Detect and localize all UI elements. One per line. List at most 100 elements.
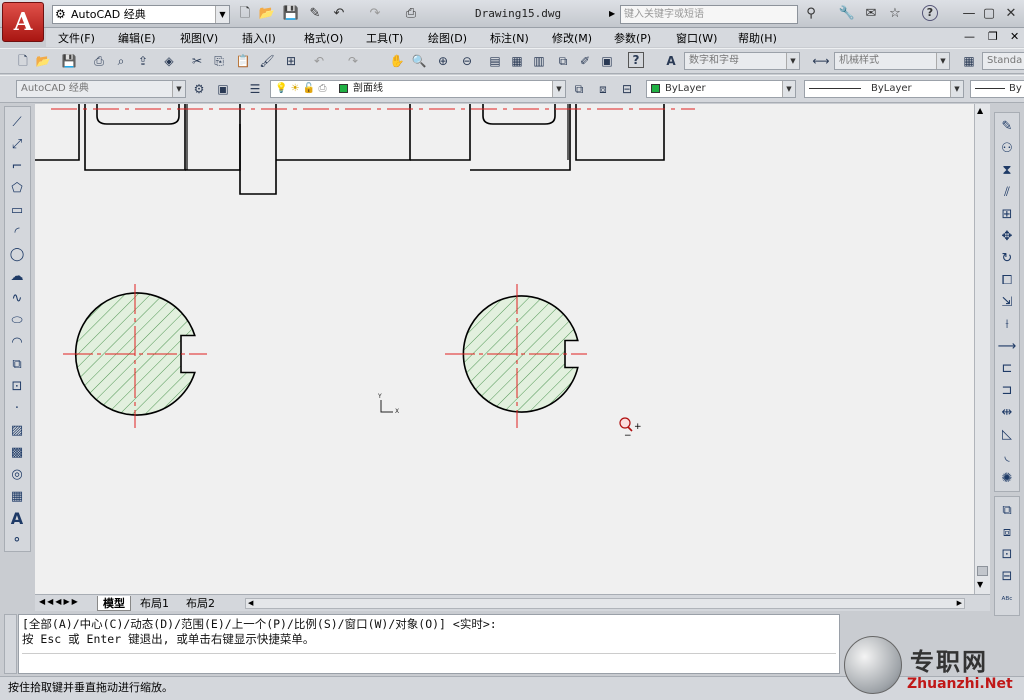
qnew-icon[interactable]: 🗋 [14,52,32,70]
insert-block-icon[interactable]: ⧉ [7,355,27,375]
menu-modify[interactable]: 修改(M) [552,30,592,46]
redo-toolbar-icon[interactable]: ↷ [344,52,362,70]
make-block-icon[interactable]: ⊡ [7,377,27,397]
bring-above-icon[interactable]: ⊡ [997,545,1017,565]
extend-icon[interactable]: ⟶ [997,337,1017,357]
new-file-icon[interactable]: 🗋 [236,5,254,23]
menu-tools[interactable]: 工具(T) [366,30,403,46]
menu-window[interactable]: 窗口(W) [676,30,717,46]
pan-icon[interactable]: ✋ [388,52,406,70]
block-editor-icon[interactable]: ⊞ [282,52,300,70]
command-line-grip[interactable] [4,614,17,674]
ellipse-arc-icon[interactable]: ◠ [7,333,27,353]
workspace-toggle-icon[interactable]: ▣ [214,80,232,98]
workspace-select-2[interactable]: AutoCAD 经典 ▼ [16,80,186,98]
lineweight-select[interactable]: By [970,80,1024,98]
mirror-icon[interactable]: ⧗ [997,161,1017,181]
circle-icon[interactable]: ◯ [7,245,27,265]
rectangle-icon[interactable]: ▭ [7,201,27,221]
offset-icon[interactable]: ⫽ [997,183,1017,203]
spline-icon[interactable]: ∿ [7,289,27,309]
point-icon[interactable]: · [7,399,27,419]
menu-file[interactable]: 文件(F) [58,30,95,46]
workspace-settings-icon[interactable]: ⚙ [190,80,208,98]
array-icon[interactable]: ⊞ [997,205,1017,225]
dim-style-icon[interactable]: ⟷ [812,52,830,70]
add-selected-icon[interactable]: ⚬ [7,531,27,551]
sheet-set-icon[interactable]: ⧉ [554,52,572,70]
doc-close-icon[interactable]: ✕ [1010,30,1019,43]
menu-view[interactable]: 视图(V) [180,30,218,46]
send-under-icon[interactable]: ⊟ [997,567,1017,587]
make-current-layer-icon[interactable]: ⧉ [570,80,588,98]
gradient-icon[interactable]: ▩ [7,443,27,463]
undo-toolbar-icon[interactable]: ↶ [310,52,328,70]
cut-icon[interactable]: ✂ [188,52,206,70]
color-select[interactable]: ByLayer ▼ [646,80,796,98]
shaft-section-left[interactable] [63,284,207,428]
explode-icon[interactable]: ✺ [997,469,1017,489]
layer-states-icon[interactable]: ⊟ [618,80,636,98]
command-line[interactable]: [全部(A)/中心(C)/动态(D)/范围(E)/上一个(P)/比例(S)/窗口… [18,614,840,674]
break-icon[interactable]: ⊐ [997,381,1017,401]
trim-icon[interactable]: ⟊ [997,315,1017,335]
zoom-window-icon[interactable]: ⊕ [434,52,452,70]
redo-icon[interactable]: ↷ [366,5,384,23]
scroll-left-icon[interactable]: ◀ [248,599,253,607]
subscription-key-icon[interactable]: 🔧 [838,5,856,23]
bring-to-front-icon[interactable]: ⧉ [997,501,1017,521]
markup-icon[interactable]: ✐ [576,52,594,70]
plot-icon[interactable]: ⎙ [90,52,108,70]
rotate-icon[interactable]: ↻ [997,249,1017,269]
search-input[interactable]: 键入关键字或短语 [620,5,798,24]
send-to-back-icon[interactable]: ⧈ [997,523,1017,543]
tab-model[interactable]: 模型 [97,596,131,611]
open-icon[interactable]: 📂 [34,52,52,70]
table-style-select[interactable]: Standa [982,52,1024,70]
multiline-text-icon[interactable]: A [7,509,27,529]
favorites-star-icon[interactable]: ☆ [886,5,904,23]
save-icon[interactable]: 💾 [282,5,300,23]
table-style-icon[interactable]: ▦ [960,52,978,70]
join-icon[interactable]: ⇹ [997,403,1017,423]
revision-cloud-icon[interactable]: ☁ [7,267,27,287]
layer-select[interactable]: 💡 ☀ 🔓 ⎙ 剖面线 ▼ [270,80,566,98]
copy-icon[interactable]: ⎘ [210,52,228,70]
linetype-select[interactable]: ByLayer ▼ [804,80,964,98]
scroll-thumb[interactable] [977,566,988,576]
tab-layout1[interactable]: 布局1 [135,596,174,611]
tool-palettes-icon[interactable]: ▥ [530,52,548,70]
maximize-icon[interactable]: ▢ [980,5,998,23]
ellipse-icon[interactable]: ⬭ [7,311,27,331]
polyline-icon[interactable]: ⌐ [7,157,27,177]
move-icon[interactable]: ✥ [997,227,1017,247]
scroll-right-icon[interactable]: ▶ [957,599,962,607]
construction-line-icon[interactable]: ⤢ [7,135,27,155]
text-style-select[interactable]: 数字和字母 ▼ [684,52,800,70]
close-icon[interactable]: ✕ [1002,5,1020,23]
menu-format[interactable]: 格式(O) [304,30,343,46]
design-center-icon[interactable]: ▦ [508,52,526,70]
doc-minimize-icon[interactable]: — [964,30,975,43]
menu-draw[interactable]: 绘图(D) [428,30,467,46]
help-icon[interactable]: ? [922,5,938,21]
break-at-point-icon[interactable]: ⊏ [997,359,1017,379]
dim-style-select[interactable]: 机械样式 ▼ [834,52,950,70]
workspace-selector[interactable]: ⚙ AutoCAD 经典 ▼ [52,5,230,24]
command-input[interactable] [22,653,836,669]
3d-dwf-icon[interactable]: ◈ [160,52,178,70]
doc-restore-icon[interactable]: ❐ [988,30,998,43]
paste-icon[interactable]: 📋 [234,52,252,70]
application-menu-button[interactable]: A [2,2,44,42]
chamfer-icon[interactable]: ◺ [997,425,1017,445]
erase-icon[interactable]: ✎ [997,117,1017,137]
properties-icon[interactable]: ▤ [486,52,504,70]
text-to-front-icon[interactable]: ᴬᴮᶜ [997,591,1017,611]
copy-object-icon[interactable]: ⚇ [997,139,1017,159]
menu-help[interactable]: 帮助(H) [738,30,777,46]
plot-preview-icon[interactable]: ⌕ [112,52,130,70]
zoom-realtime-icon[interactable]: 🔍 [410,52,428,70]
menu-parametric[interactable]: 参数(P) [614,30,651,46]
match-properties-icon[interactable]: 🖌 [258,52,276,70]
communication-center-icon[interactable]: ✉ [862,5,880,23]
